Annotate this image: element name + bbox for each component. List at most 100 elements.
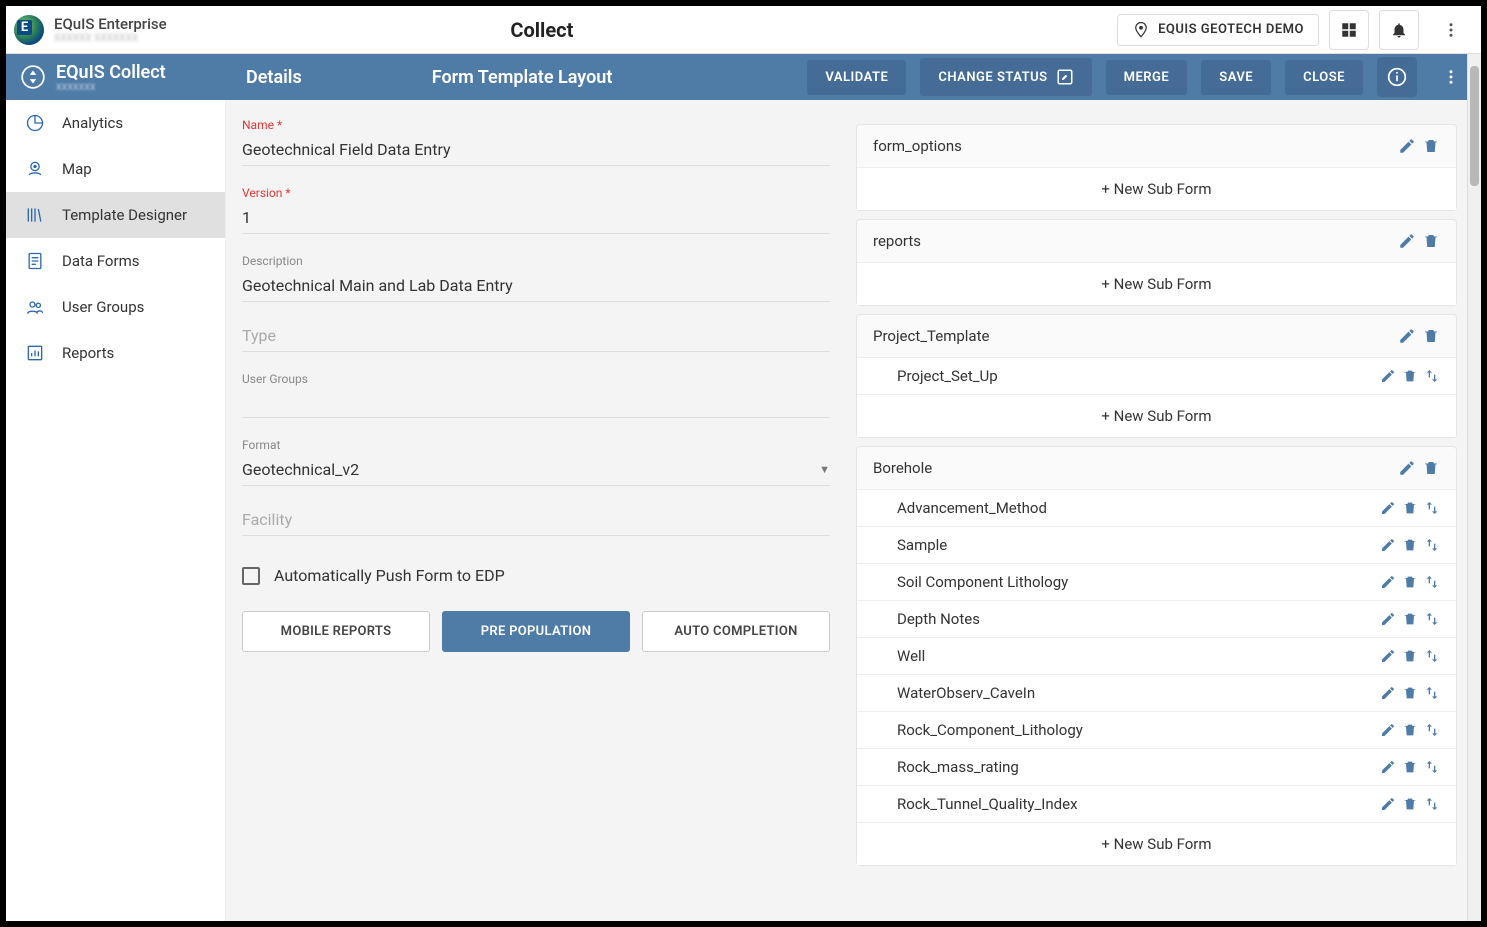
sidebar-item-template-designer[interactable]: Template Designer bbox=[6, 192, 225, 238]
updown-icon[interactable] bbox=[1424, 722, 1440, 738]
pencil-icon[interactable] bbox=[1380, 722, 1396, 738]
pencil-icon[interactable] bbox=[1380, 796, 1396, 812]
users-icon bbox=[25, 297, 45, 317]
form-group-card: Project_Template Project_Set_Up bbox=[856, 314, 1457, 438]
sub-form-item[interactable]: Soil Component Lithology bbox=[857, 563, 1456, 600]
version-input[interactable]: 1 bbox=[242, 204, 830, 234]
sidebar-item-data-forms[interactable]: Data Forms bbox=[6, 238, 225, 284]
pencil-icon[interactable] bbox=[1398, 232, 1416, 250]
notifications-button[interactable] bbox=[1379, 10, 1419, 50]
apps-button[interactable] bbox=[1329, 10, 1369, 50]
sidebar-item-label: Map bbox=[62, 160, 92, 178]
usergroups-input[interactable] bbox=[242, 390, 830, 418]
sidebar-item-label: Reports bbox=[62, 344, 114, 362]
sub-form-item[interactable]: Depth Notes bbox=[857, 600, 1456, 637]
updown-icon[interactable] bbox=[1424, 685, 1440, 701]
facility-input[interactable]: Facility bbox=[242, 506, 830, 536]
type-input[interactable]: Type bbox=[242, 322, 830, 352]
scrollbar[interactable] bbox=[1467, 54, 1481, 921]
form-group-header[interactable]: Project_Template bbox=[857, 315, 1456, 357]
toolbar-info-button[interactable] bbox=[1377, 57, 1417, 97]
sidebar-item-analytics[interactable]: Analytics bbox=[6, 100, 225, 146]
trash-icon[interactable] bbox=[1402, 796, 1418, 812]
updown-icon[interactable] bbox=[1424, 759, 1440, 775]
doc-icon bbox=[25, 251, 45, 271]
pencil-icon[interactable] bbox=[1380, 759, 1396, 775]
trash-icon[interactable] bbox=[1422, 459, 1440, 477]
updown-icon[interactable] bbox=[1424, 611, 1440, 627]
merge-button[interactable]: MERGE bbox=[1106, 60, 1188, 95]
sub-form-item[interactable]: WaterObserv_CaveIn bbox=[857, 674, 1456, 711]
trash-icon[interactable] bbox=[1422, 327, 1440, 345]
trash-icon[interactable] bbox=[1402, 722, 1418, 738]
sub-form-item[interactable]: Advancement_Method bbox=[857, 489, 1456, 526]
sidebar-item-map[interactable]: Map bbox=[6, 146, 225, 192]
pencil-icon[interactable] bbox=[1380, 368, 1396, 384]
trash-icon[interactable] bbox=[1402, 648, 1418, 664]
sub-form-item[interactable]: Well bbox=[857, 637, 1456, 674]
updown-icon[interactable] bbox=[1424, 574, 1440, 590]
sub-form-item[interactable]: Project_Set_Up bbox=[857, 357, 1456, 394]
pencil-icon[interactable] bbox=[1398, 137, 1416, 155]
checkbox-icon[interactable] bbox=[242, 567, 260, 585]
sub-form-item[interactable]: Rock_mass_rating bbox=[857, 748, 1456, 785]
pencil-icon[interactable] bbox=[1380, 500, 1396, 516]
new-sub-form-button[interactable]: + New Sub Form bbox=[857, 394, 1456, 437]
form-group-card: reports + New Sub Form bbox=[856, 219, 1457, 306]
top-more-button[interactable] bbox=[1429, 8, 1473, 52]
name-input[interactable]: Geotechnical Field Data Entry bbox=[242, 136, 830, 166]
trash-icon[interactable] bbox=[1402, 611, 1418, 627]
trash-icon[interactable] bbox=[1402, 685, 1418, 701]
sub-form-name: WaterObserv_CaveIn bbox=[897, 684, 1380, 702]
save-button[interactable]: SAVE bbox=[1201, 60, 1271, 95]
sub-form-name: Rock_Component_Lithology bbox=[897, 721, 1380, 739]
trash-icon[interactable] bbox=[1422, 232, 1440, 250]
pencil-icon[interactable] bbox=[1398, 327, 1416, 345]
sub-form-item[interactable]: Rock_Component_Lithology bbox=[857, 711, 1456, 748]
pencil-icon[interactable] bbox=[1398, 459, 1416, 477]
more-icon bbox=[1442, 21, 1460, 39]
format-select[interactable]: Geotechnical_v2 ▼ bbox=[242, 456, 830, 486]
form-group-header[interactable]: form_options bbox=[857, 125, 1456, 167]
details-panel: Name * Geotechnical Field Data Entry Ver… bbox=[226, 100, 846, 921]
user-pin-icon bbox=[1132, 21, 1150, 39]
trash-icon[interactable] bbox=[1422, 137, 1440, 155]
close-button[interactable]: CLOSE bbox=[1285, 60, 1363, 95]
facility-selector[interactable]: EQUIS GEOTECH DEMO bbox=[1117, 14, 1319, 46]
pre-population-button[interactable]: PRE POPULATION bbox=[442, 611, 630, 652]
trash-icon[interactable] bbox=[1402, 537, 1418, 553]
pencil-icon[interactable] bbox=[1380, 611, 1396, 627]
auto-completion-button[interactable]: AUTO COMPLETION bbox=[642, 611, 830, 652]
trash-icon[interactable] bbox=[1402, 759, 1418, 775]
new-sub-form-button[interactable]: + New Sub Form bbox=[857, 262, 1456, 305]
sub-form-name: Rock_mass_rating bbox=[897, 758, 1380, 776]
validate-button[interactable]: VALIDATE bbox=[807, 60, 906, 95]
sub-form-item[interactable]: Sample bbox=[857, 526, 1456, 563]
updown-icon[interactable] bbox=[1424, 648, 1440, 664]
form-group-header[interactable]: reports bbox=[857, 220, 1456, 262]
updown-icon[interactable] bbox=[1424, 368, 1440, 384]
sub-form-item[interactable]: Rock_Tunnel_Quality_Index bbox=[857, 785, 1456, 822]
pencil-icon[interactable] bbox=[1380, 537, 1396, 553]
scroll-thumb[interactable] bbox=[1470, 66, 1479, 186]
form-group-header[interactable]: Borehole bbox=[857, 447, 1456, 489]
pencil-icon[interactable] bbox=[1380, 574, 1396, 590]
sidebar-item-reports[interactable]: Reports bbox=[6, 330, 225, 376]
trash-icon[interactable] bbox=[1402, 500, 1418, 516]
new-sub-form-button[interactable]: + New Sub Form bbox=[857, 822, 1456, 865]
auto-push-row[interactable]: Automatically Push Form to EDP bbox=[242, 566, 830, 585]
collect-icon bbox=[20, 64, 46, 90]
new-sub-form-button[interactable]: + New Sub Form bbox=[857, 167, 1456, 210]
sidebar-item-user-groups[interactable]: User Groups bbox=[6, 284, 225, 330]
mobile-reports-button[interactable]: MOBILE REPORTS bbox=[242, 611, 430, 652]
updown-icon[interactable] bbox=[1424, 500, 1440, 516]
updown-icon[interactable] bbox=[1424, 537, 1440, 553]
description-input[interactable]: Geotechnical Main and Lab Data Entry bbox=[242, 272, 830, 302]
change-status-button[interactable]: CHANGE STATUS bbox=[920, 58, 1091, 96]
pencil-icon[interactable] bbox=[1380, 685, 1396, 701]
pencil-icon[interactable] bbox=[1380, 648, 1396, 664]
toolbar-more-button[interactable] bbox=[1431, 57, 1471, 97]
trash-icon[interactable] bbox=[1402, 574, 1418, 590]
trash-icon[interactable] bbox=[1402, 368, 1418, 384]
updown-icon[interactable] bbox=[1424, 796, 1440, 812]
